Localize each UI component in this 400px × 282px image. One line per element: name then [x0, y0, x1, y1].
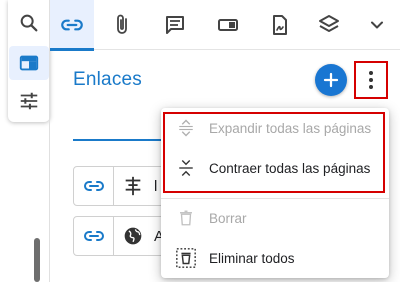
rail-settings-button[interactable] — [9, 84, 49, 118]
kebab-menu-icon — [369, 71, 373, 89]
tab-attachments[interactable] — [100, 0, 144, 50]
tab-links[interactable] — [50, 0, 94, 51]
menu-item-collapse-all[interactable]: Contraer todas las páginas — [161, 148, 389, 188]
menu-item-label: Contraer todas las páginas — [209, 160, 371, 176]
tab-signatures[interactable] — [258, 0, 302, 50]
more-options-button[interactable] — [354, 61, 388, 99]
paperclip-icon — [117, 14, 127, 34]
sliders-icon — [20, 92, 38, 110]
top-toolbar — [50, 0, 400, 51]
menu-item-label: Eliminar todos — [209, 250, 295, 266]
layers-icon — [319, 15, 339, 32]
panel-icon — [19, 55, 39, 71]
collapse-icon — [179, 160, 193, 176]
comment-icon — [166, 16, 184, 34]
rail-search-button[interactable] — [9, 6, 49, 40]
delete-all-icon — [176, 248, 196, 268]
expand-icon — [179, 119, 193, 137]
signature-icon — [273, 15, 287, 35]
tab-layers[interactable] — [307, 0, 351, 50]
left-rail — [0, 0, 50, 282]
plus-icon — [323, 72, 339, 88]
link-icon — [83, 181, 104, 191]
link-icon — [83, 231, 104, 241]
tab-form-fields[interactable] — [206, 0, 250, 50]
scrollbar-thumb[interactable] — [34, 238, 40, 282]
link-row-link-button[interactable] — [74, 167, 114, 205]
rail-panel-button[interactable] — [9, 46, 49, 80]
link-row-type — [114, 167, 152, 205]
panel-title: Enlaces — [73, 69, 142, 90]
globe-icon — [124, 227, 142, 245]
menu-item-expand-all[interactable]: Expandir todas las páginas — [161, 108, 389, 148]
link-icon — [61, 19, 83, 31]
add-link-button[interactable] — [315, 64, 347, 96]
text-align-icon — [125, 176, 141, 196]
trash-icon — [180, 210, 192, 226]
menu-item-delete-all[interactable]: Eliminar todos — [161, 238, 389, 278]
menu-item-label: Expandir todas las páginas — [209, 120, 372, 136]
link-row-link-button[interactable] — [74, 217, 114, 255]
link-row-type — [114, 217, 152, 255]
search-icon — [20, 14, 38, 32]
menu-item-delete[interactable]: Borrar — [161, 198, 389, 238]
form-field-icon — [218, 19, 238, 31]
toolbar-more-tabs-button[interactable] — [355, 0, 399, 50]
tab-comments[interactable] — [153, 0, 197, 50]
chevron-down-icon — [371, 21, 383, 29]
link-row-text: l — [154, 178, 158, 195]
options-menu: Expandir todas las páginas Contraer toda… — [161, 108, 389, 278]
menu-item-label: Borrar — [209, 210, 247, 226]
